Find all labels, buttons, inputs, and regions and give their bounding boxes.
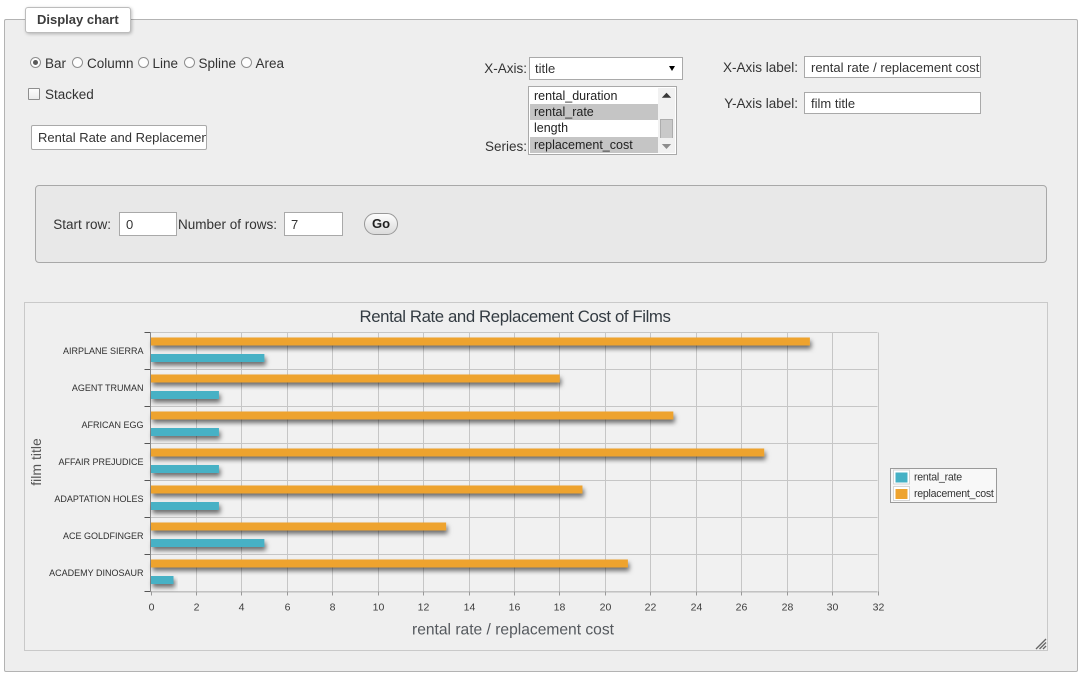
svg-text:18: 18 [554, 602, 566, 614]
svg-text:20: 20 [600, 602, 612, 614]
svg-text:film title: film title [28, 438, 44, 486]
svg-text:4: 4 [239, 602, 245, 614]
svg-text:30: 30 [827, 602, 839, 614]
svg-text:replacement_cost: replacement_cost [914, 488, 994, 500]
svg-text:28: 28 [782, 602, 794, 614]
svg-text:rental_rate: rental_rate [914, 472, 962, 484]
svg-text:Rental Rate and Replacement Co: Rental Rate and Replacement Cost of Film… [360, 307, 671, 326]
svg-text:12: 12 [418, 602, 430, 614]
svg-text:AIRPLANE SIERRA: AIRPLANE SIERRA [63, 346, 144, 356]
svg-text:AFRICAN EGG: AFRICAN EGG [81, 420, 143, 430]
svg-text:32: 32 [873, 602, 885, 614]
svg-text:8: 8 [330, 602, 336, 614]
svg-text:22: 22 [645, 602, 657, 614]
svg-text:16: 16 [509, 602, 521, 614]
svg-text:ACADEMY DINOSAUR: ACADEMY DINOSAUR [49, 568, 144, 578]
svg-text:rental rate / replacement cost: rental rate / replacement cost [412, 622, 615, 639]
svg-text:2: 2 [194, 602, 200, 614]
svg-text:26: 26 [736, 602, 748, 614]
svg-text:ADAPTATION HOLES: ADAPTATION HOLES [54, 494, 143, 504]
svg-text:AFFAIR PREJUDICE: AFFAIR PREJUDICE [58, 457, 143, 467]
svg-text:14: 14 [464, 602, 476, 614]
svg-text:6: 6 [285, 602, 291, 614]
svg-text:0: 0 [149, 602, 155, 614]
svg-text:ACE GOLDFINGER: ACE GOLDFINGER [63, 531, 144, 541]
svg-text:24: 24 [691, 602, 703, 614]
svg-text:AGENT TRUMAN: AGENT TRUMAN [72, 383, 144, 393]
svg-text:10: 10 [373, 602, 385, 614]
